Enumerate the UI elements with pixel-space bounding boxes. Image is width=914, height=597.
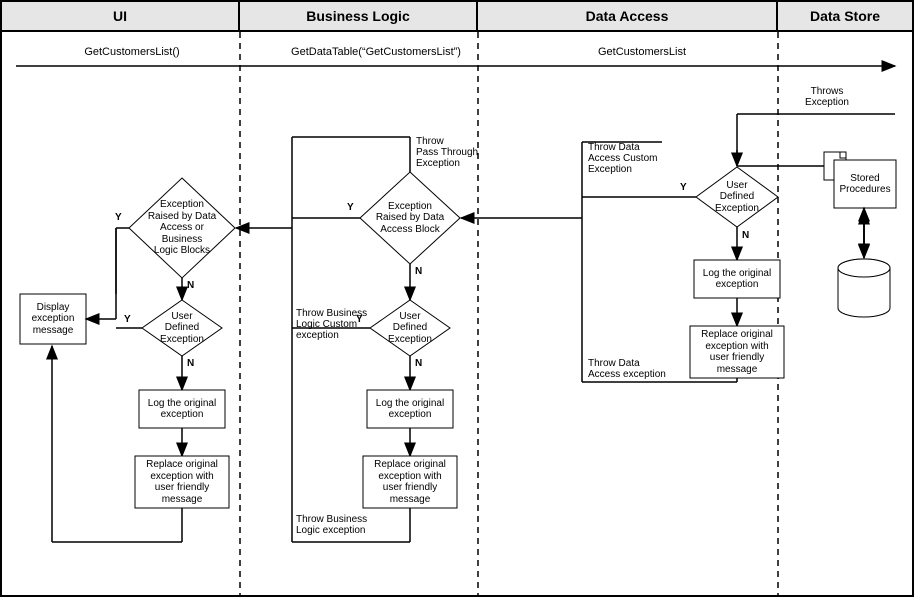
bl-dec2-y: Y [356,314,363,325]
ui-log-box: Log the original exception [139,390,225,428]
da-y: Y [680,182,687,193]
da-throw-custom-label: Throw Data Access Custom Exception [588,142,678,175]
bl-dec1-text: Exception Raised by Data Access Block [366,194,454,242]
bl-throw-custom-label: Throw Business Logic Custom exception [296,308,376,341]
ui-dec2-y: Y [124,314,131,325]
bl-dec2-n: N [415,358,422,369]
da-decision-text: User Defined Exception [702,178,772,216]
da-replace-box: Replace original exception with user fri… [690,326,784,378]
call-get-customers-list-da: GetCustomersList [562,46,722,58]
call-get-data-table: GetDataTable(“GetCustomersList”) [276,46,476,58]
da-n: N [742,230,749,241]
bl-throw-passthrough-label: Throw Pass Through Exception [416,136,496,169]
label-throws-exception: Throws Exception [792,86,862,108]
bl-throw-exception-label: Throw Business Logic exception [296,514,376,536]
ui-dec1-y: Y [115,212,122,223]
da-log-box: Log the original exception [694,260,780,298]
ui-replace-box: Replace original exception with user fri… [135,456,229,508]
box-stored-procedures: Stored Procedures [836,162,894,206]
ui-dec2-text: User Defined Exception [149,310,215,346]
diagram-stage: UI Business Logic Data Access Data Store [0,0,914,597]
bl-dec1-n: N [415,266,422,277]
bl-log-box: Log the original exception [367,390,453,428]
bl-replace-box: Replace original exception with user fri… [363,456,457,508]
ui-dec1-n: N [187,280,194,291]
bl-dec2-text: User Defined Exception [377,310,443,346]
call-get-customers-list-ui: GetCustomersList() [62,46,202,58]
bl-dec1-y: Y [347,202,354,213]
ui-dec1-text: Exception Raised by Data Access or Busin… [136,200,228,256]
text-stored-procedures: Stored Procedures [839,173,890,196]
ui-display-box: Display exception message [20,294,86,344]
da-throw-exception-label: Throw Data Access exception [588,358,678,380]
ui-dec2-n: N [187,358,194,369]
